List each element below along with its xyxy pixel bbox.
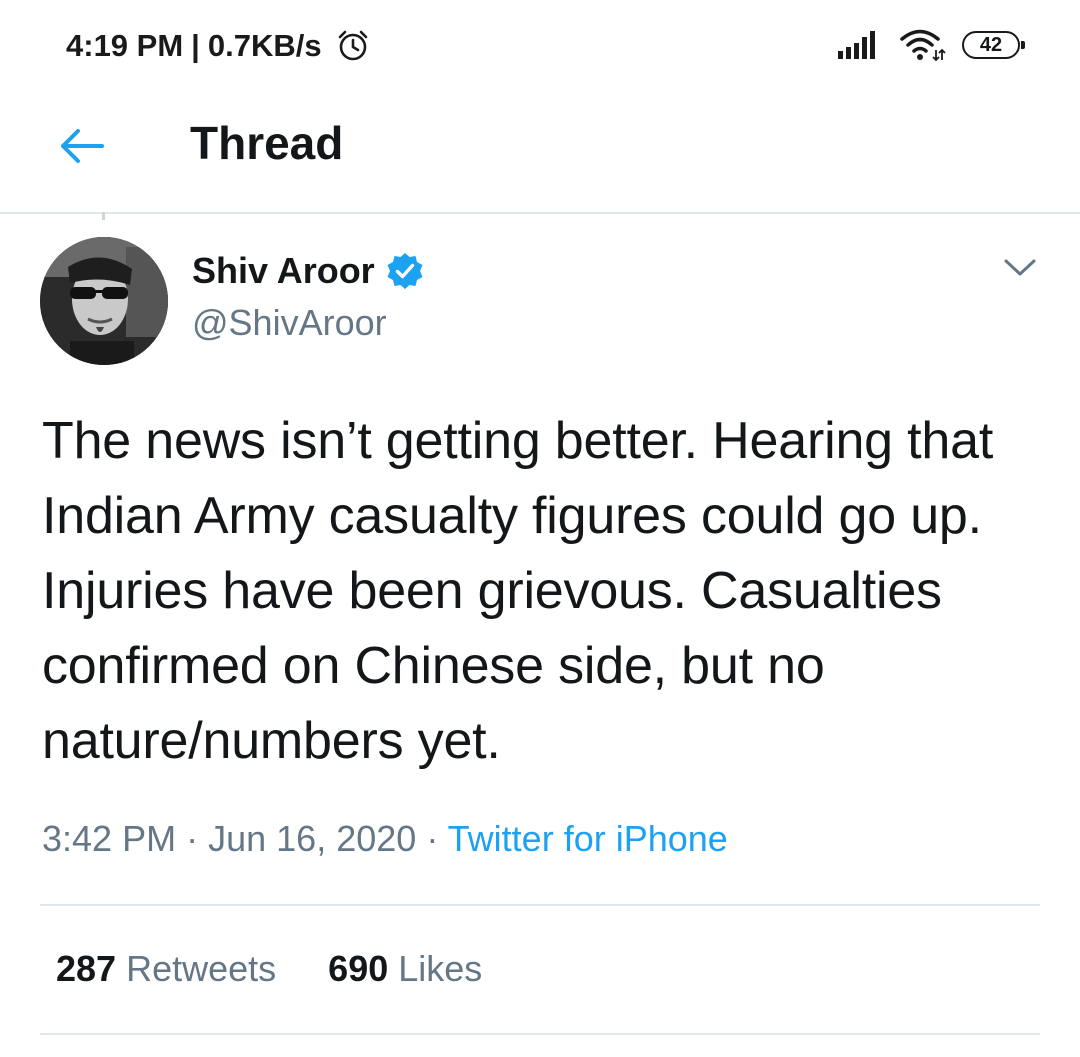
signal-icon [838, 31, 875, 59]
divider [40, 1033, 1040, 1035]
back-arrow-icon[interactable] [58, 126, 104, 166]
tweet-text: The news isn’t getting better. Hearing t… [42, 412, 994, 770]
network-speed: 0.7KB/s [207, 28, 322, 63]
page-title: Thread [190, 117, 344, 169]
meta-dot: · [426, 818, 439, 859]
tweet-source-link[interactable]: Twitter for iPhone [448, 818, 728, 859]
tweet-date: Jun 16, 2020 [208, 818, 417, 859]
verified-badge-icon [387, 253, 423, 289]
wifi-icon [900, 29, 946, 62]
alarm-icon [338, 30, 367, 61]
status-left: 4:19 PM | 0.7KB/s [66, 28, 370, 64]
avatar-image [40, 237, 168, 365]
status-bar: 4:19 PM | 0.7KB/s 42 [0, 0, 1080, 96]
tweet-meta: 3:42 PM · Jun 16, 2020 · Twitter for iPh… [42, 818, 728, 860]
author-name-text: Shiv Aroor [192, 250, 375, 291]
divider [40, 904, 1040, 906]
battery-icon: 42 [962, 31, 1025, 59]
likes-count: 690 [328, 948, 389, 989]
thread-header: Thread [0, 96, 1080, 214]
avatar[interactable] [40, 237, 168, 365]
meta-dot: · [186, 818, 199, 859]
thread-connector-line [102, 212, 105, 220]
retweets-stat[interactable]: 287 Retweets [56, 948, 276, 990]
likes-stat[interactable]: 690 Likes [328, 948, 482, 990]
author-handle[interactable]: @ShivAroor [192, 302, 387, 344]
battery-level: 42 [979, 33, 1003, 56]
retweets-label: Retweets [126, 948, 277, 989]
chevron-down-icon[interactable] [1003, 256, 1037, 280]
tweet-time: 3:42 PM [42, 818, 177, 859]
status-time: 4:19 PM [66, 28, 184, 63]
likes-label: Likes [398, 948, 483, 989]
status-separator: | [191, 28, 200, 63]
tweet-stats: 287 Retweets 690 Likes [56, 948, 482, 990]
retweets-count: 287 [56, 948, 117, 989]
author-name[interactable]: Shiv Aroor [192, 250, 425, 292]
status-right: 42 [838, 28, 1025, 62]
